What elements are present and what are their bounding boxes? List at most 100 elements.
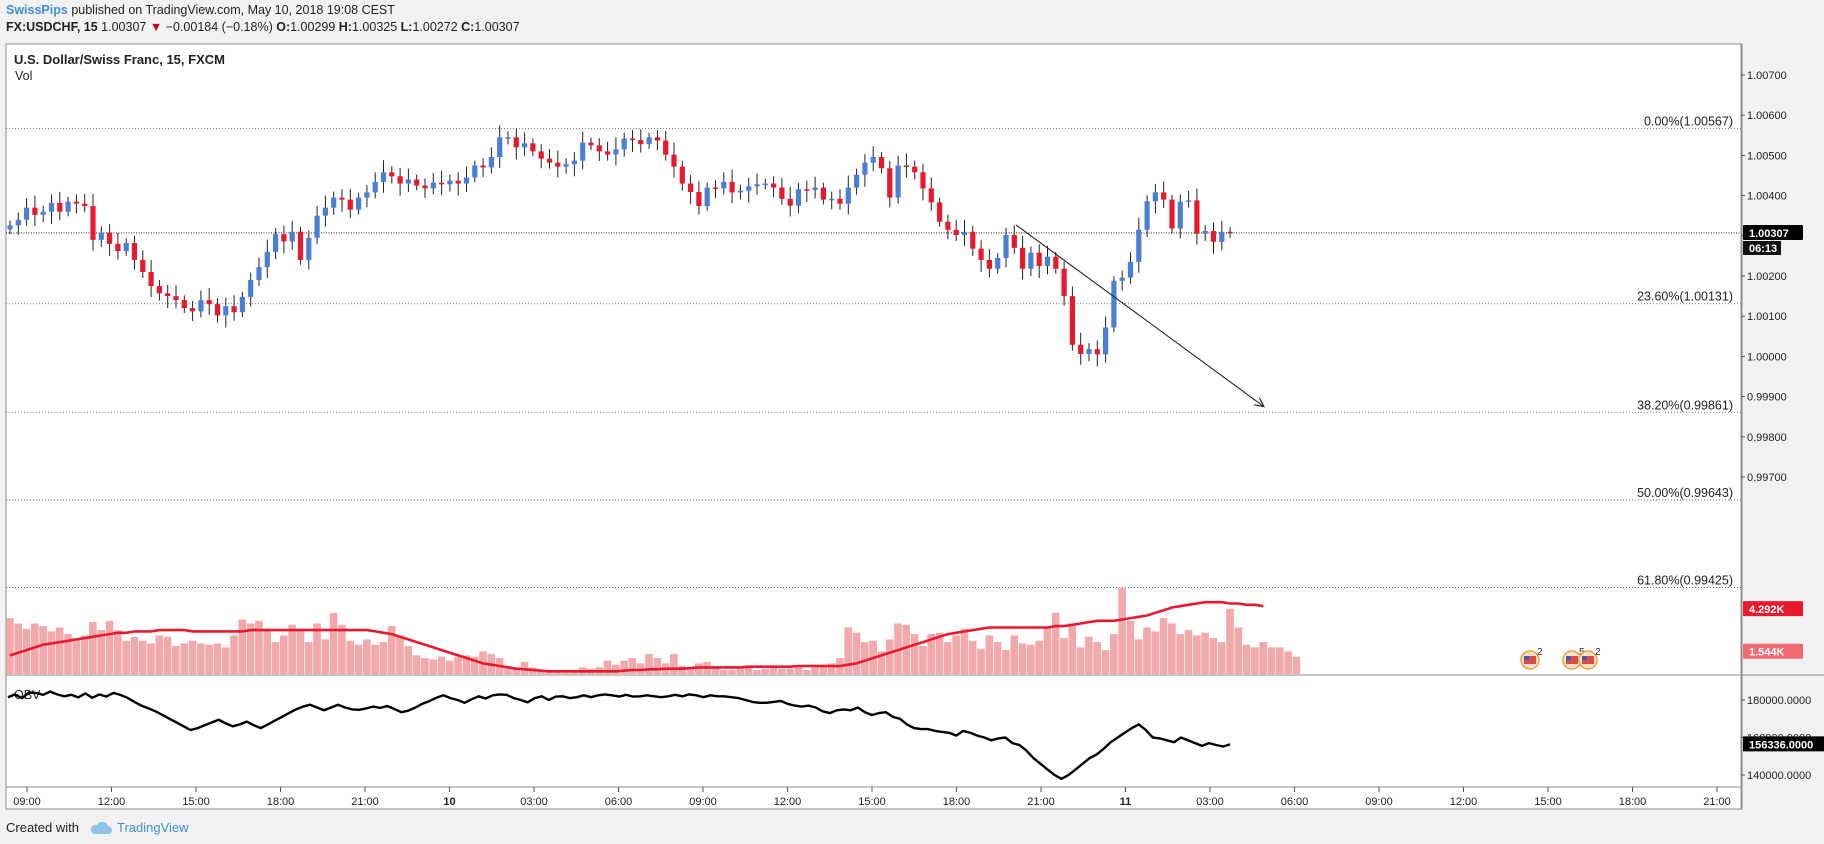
time-tick-label: 15:00 [182,796,210,808]
volume-bar [197,643,205,674]
candle-body [7,225,13,230]
volume-bar [960,628,969,674]
candle-body [439,182,445,185]
candle-body [98,232,104,240]
candle-body [712,187,719,190]
down-arrow-icon: ▼ [149,20,163,34]
candle-body [588,142,594,146]
current-price-badge: 1.00307 [1749,228,1789,240]
candle-body [837,198,843,204]
time-tick-label: 09:00 [689,796,717,808]
volume-bar [1176,634,1184,674]
candle-body [1161,192,1167,200]
time-tick-label: 03:00 [1196,796,1224,808]
candle-body [322,207,328,216]
price-tick-label: 1.00100 [1747,311,1787,323]
candle-body [1202,230,1208,234]
candle-body [663,140,669,155]
time-tick-label: 12:00 [98,796,126,808]
price-tick-label: 1.00400 [1747,191,1787,203]
candle-body [995,257,1001,269]
candle-body [696,191,702,207]
volume-bar [288,624,296,674]
symbol-label: FX:USDCHF, 15 [6,20,98,34]
volume-bar [238,619,247,674]
volume-bar [1060,638,1068,674]
volume-bar [271,642,280,674]
candle-body [306,237,312,260]
candle-body [1227,231,1233,234]
author-link[interactable]: SwissPips [6,3,68,17]
candle-body [1011,234,1017,248]
candle-body [131,243,138,260]
volume-bar [1251,647,1259,674]
volume-bar [263,628,271,674]
candle-body [90,206,96,240]
candle-body [281,234,287,242]
volume-bar [1126,620,1135,674]
publish-info: published on TradingView.com, May 10, 20… [71,3,395,17]
candle-body [156,286,162,294]
candle-body [829,198,835,201]
chart-canvas[interactable]: U.S. Dollar/Swiss Franc, 15, FXCM Vol OB… [0,42,1824,814]
candle-body [804,189,810,191]
fib-level-label: 61.80%(0.99425) [1637,574,1733,588]
candle-body [1177,201,1183,229]
candle-body [463,177,470,184]
candle-body [505,137,511,139]
volume-bar [346,640,354,674]
footer: Created with TradingView [6,818,189,838]
volume-bar [1027,644,1035,674]
open-value: 1.00299 [290,20,336,34]
volume-bar [1193,635,1201,674]
candle-body [364,192,370,198]
candle-body [1094,349,1100,355]
volume-bar [163,636,172,674]
volume-bar [968,640,977,674]
chart-header: SwissPips published on TradingView.com, … [6,2,1816,38]
volume-bar [1234,627,1243,674]
ohlc-line: FX:USDCHF, 15 1.00307 ▼ −0.00184 (−0.18%… [6,19,1816,36]
candle-body [737,190,743,193]
volume-bar [844,627,852,674]
candle-body [953,229,959,235]
candle-body [538,151,544,159]
volume-bar [794,667,803,674]
candle-body [845,187,851,204]
volume-bar [446,660,454,674]
candle-body [887,168,893,198]
volume-bar [1051,612,1060,674]
volume-bar [852,632,861,674]
volume-bar [122,640,130,674]
candle-body [1103,327,1109,355]
volume-bar [778,668,786,674]
candle-body [1086,349,1092,354]
volume-bar [230,635,238,674]
candle-body [1119,277,1125,281]
candle-body [488,157,494,168]
countdown-badge: 06:13 [1749,243,1777,255]
candle-body [1152,192,1158,202]
candle-body [1169,199,1175,229]
volume-bar [952,635,960,674]
volume-bar [1093,642,1101,674]
time-tick-label: 06:00 [605,796,633,808]
candle-body [729,181,735,193]
time-tick-label: 10 [443,796,455,808]
candle-body [15,219,21,226]
volume-bar [944,642,952,674]
candle-body [970,231,976,249]
candle-body [812,187,818,190]
candle-body [40,211,46,215]
tradingview-link[interactable]: TradingView [83,818,189,838]
volume-bar [736,668,745,674]
candle-body [903,165,909,167]
candle-body [787,198,793,206]
candle-body [795,189,802,206]
time-tick-label: 12:00 [1450,796,1478,808]
volume-bar [429,659,437,674]
volume-bar [1284,651,1292,674]
volume-bar [885,639,894,674]
candle-body [596,145,602,152]
volume-bar [437,656,446,674]
